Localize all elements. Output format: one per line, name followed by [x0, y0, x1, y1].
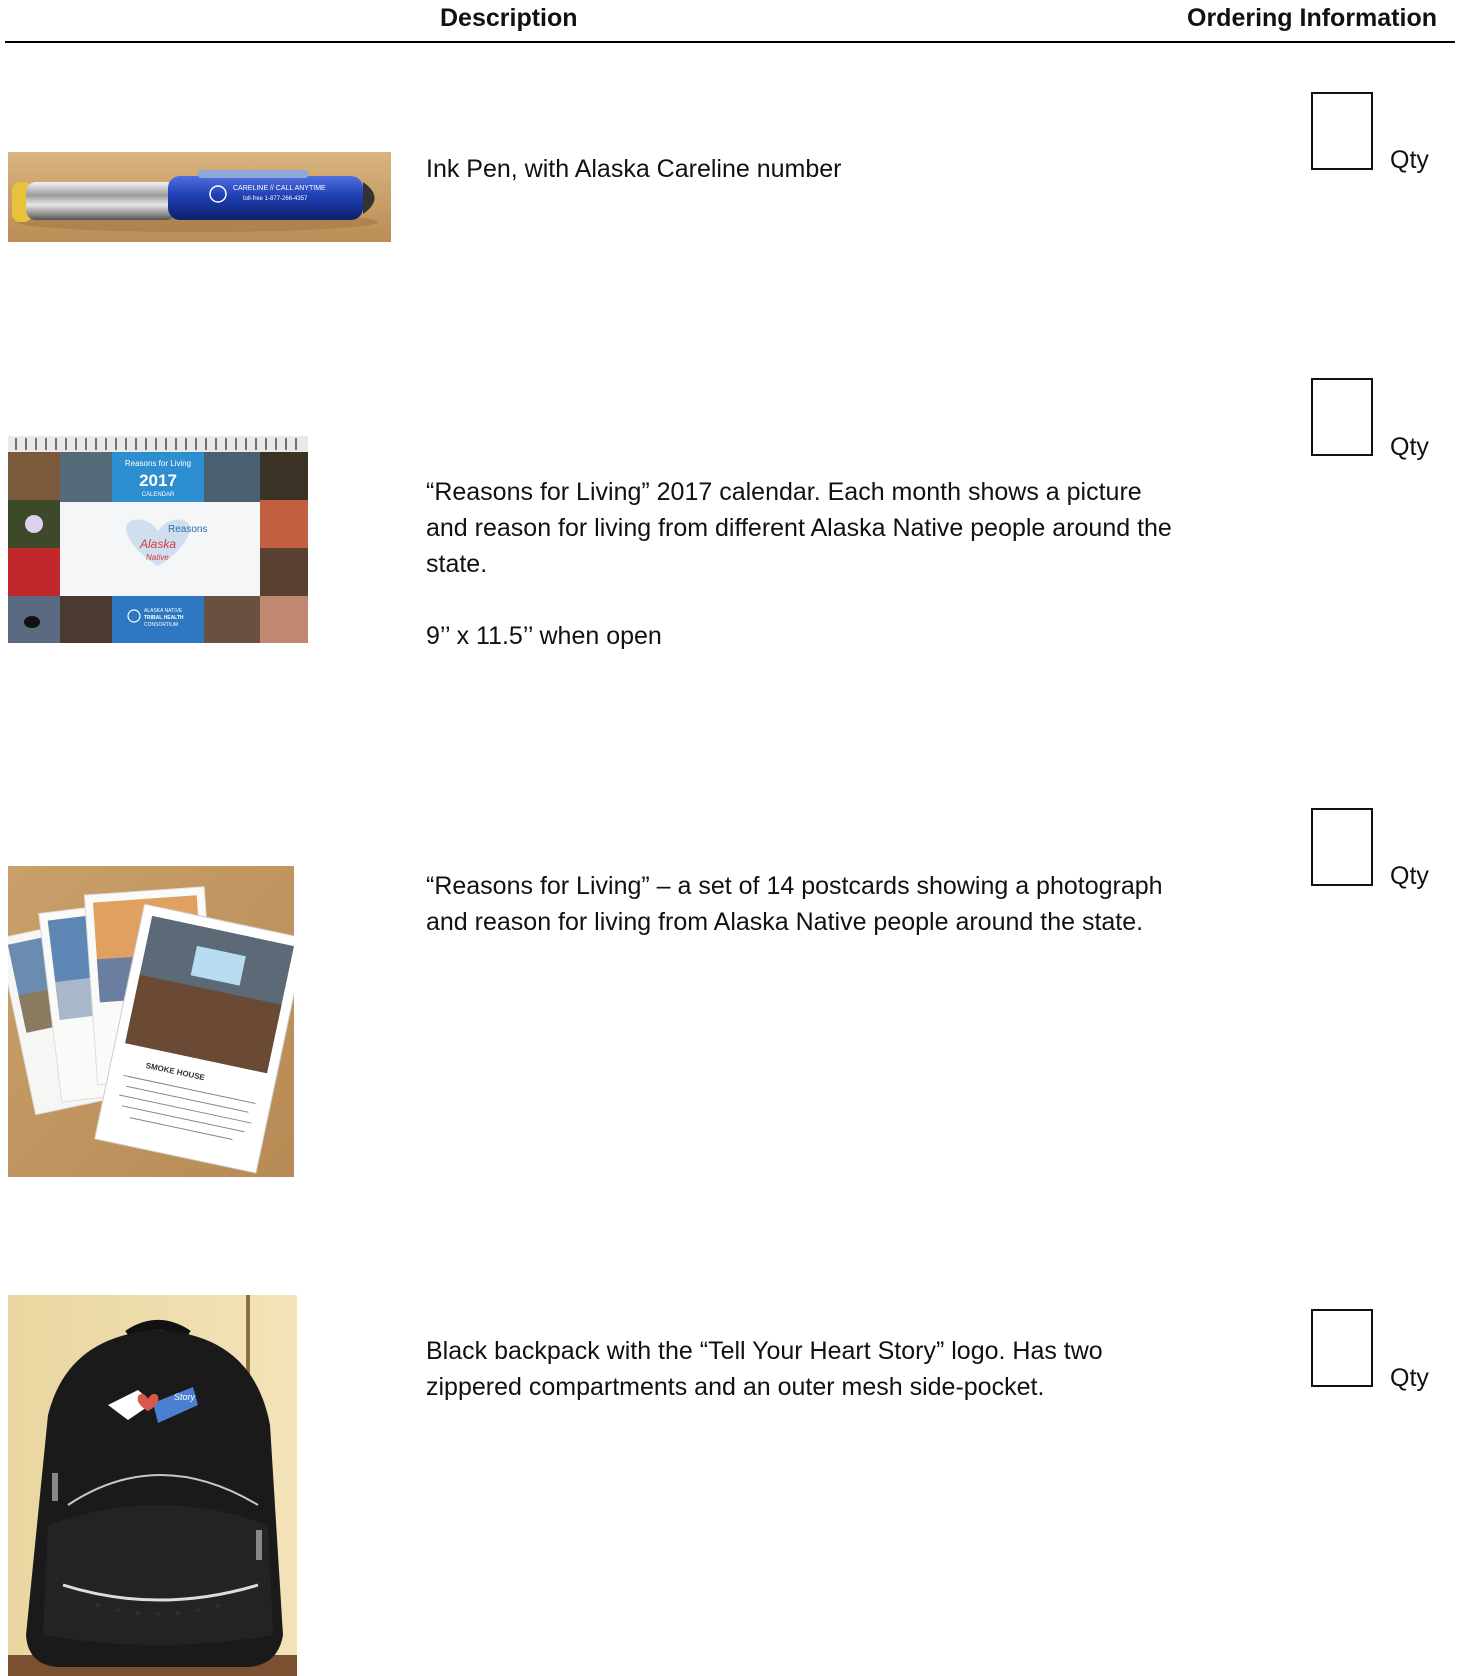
- pen-phone-text: toll-free 1-877-266-4357: [243, 196, 308, 202]
- qty-input-box[interactable]: [1311, 378, 1373, 456]
- qty-label: Qty: [1390, 146, 1429, 174]
- qty-label: Qty: [1390, 1364, 1429, 1392]
- qty-input-box[interactable]: [1311, 1309, 1373, 1387]
- qty-label: Qty: [1390, 433, 1429, 461]
- pen-careline-text: CARELINE // CALL ANYTIME: [233, 185, 326, 192]
- item-description-text: “Reasons for Living” 2017 calendar. Each…: [426, 478, 1172, 578]
- calendar-alaska-text: Alaska: [139, 537, 176, 551]
- calendar-anthc-line2: TRIBAL HEALTH: [144, 615, 184, 621]
- ordering-info-column-header: Ordering Information: [1187, 4, 1437, 32]
- item-description-text: Ink Pen, with Alaska Careline number: [426, 155, 842, 183]
- qty-label: Qty: [1390, 862, 1429, 890]
- header-divider: [5, 41, 1455, 43]
- calendar-title-text: Reasons for Living: [125, 459, 191, 468]
- calendar-anthc-line3: CONSORTIUM: [144, 622, 178, 628]
- calendar-subtitle-text: CALENDAR: [142, 492, 175, 498]
- backpack-photo: Story: [8, 1295, 297, 1676]
- item-description-text: “Reasons for Living” – a set of 14 postc…: [426, 872, 1163, 936]
- item-description-text: Black backpack with the “Tell Your Heart…: [426, 1337, 1103, 1401]
- item-description: “Reasons for Living” – a set of 14 postc…: [426, 868, 1186, 940]
- calendar-anthc-line1: ALASKA NATIVE: [144, 608, 183, 614]
- calendar-reasons-text: Reasons: [168, 524, 207, 535]
- ink-pen-photo: CARELINE // CALL ANYTIME toll-free 1-877…: [8, 152, 391, 242]
- item-description: Ink Pen, with Alaska Careline number: [426, 151, 1186, 187]
- qty-input-box[interactable]: [1311, 92, 1373, 170]
- calendar-photo: Reasons for Living 2017 CALENDAR Alaska …: [8, 436, 308, 643]
- qty-input-box[interactable]: [1311, 808, 1373, 886]
- calendar-year-text: 2017: [139, 471, 177, 490]
- item-description: “Reasons for Living” 2017 calendar. Each…: [426, 474, 1186, 654]
- backpack-logo-text: Story: [174, 1392, 196, 1402]
- postcards-photo: SMOKE HOUSE: [8, 866, 294, 1177]
- calendar-native-text: Native: [146, 553, 169, 562]
- item-description: Black backpack with the “Tell Your Heart…: [426, 1333, 1186, 1405]
- description-column-header: Description: [440, 4, 578, 32]
- item-size-text: 9’’ x 11.5’’ when open: [426, 622, 662, 650]
